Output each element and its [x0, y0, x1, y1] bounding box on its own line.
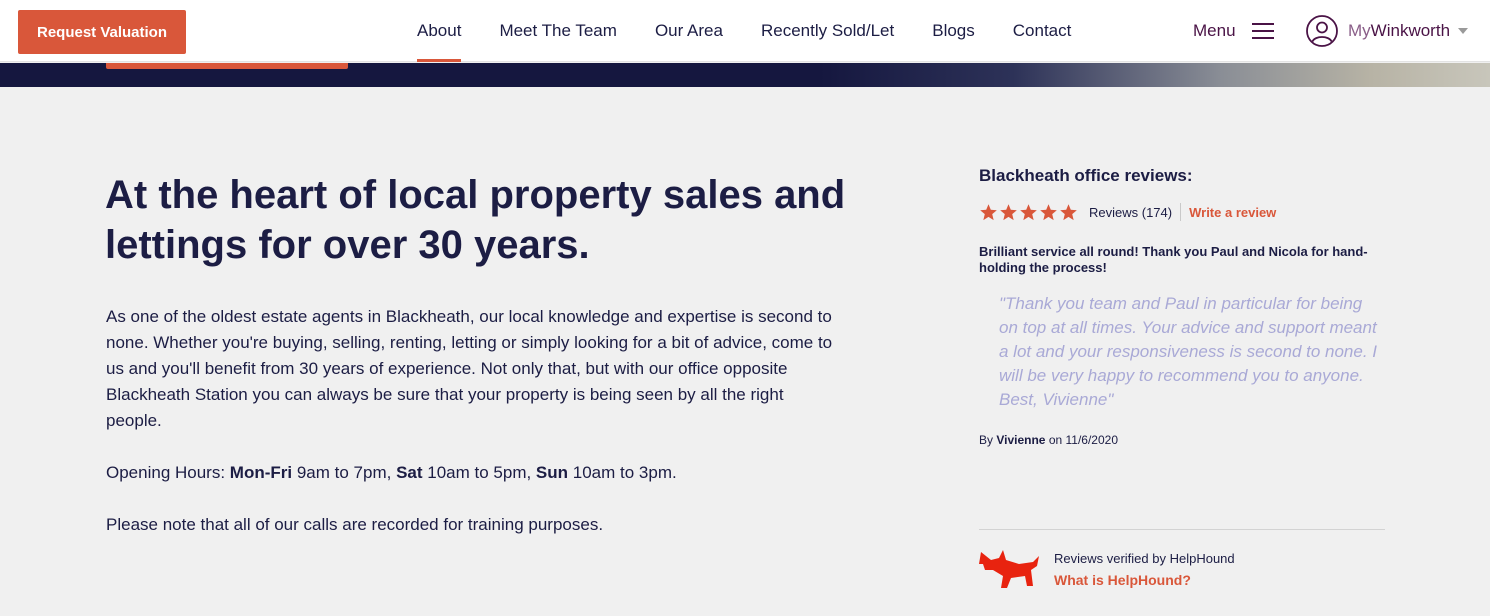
hours-mon-fri: 9am to 7pm,: [292, 463, 397, 482]
star-icon: [1060, 203, 1077, 220]
reviews-meta: Reviews (174) Write a review: [979, 201, 1276, 223]
helphound-logo-icon[interactable]: [979, 548, 1041, 590]
hero-image: [0, 63, 1490, 87]
hours-mon-fri-label: Mon-Fri: [229, 463, 293, 482]
reviews-divider: [979, 529, 1385, 530]
hours-prefix: Opening Hours:: [106, 463, 230, 482]
write-review-link[interactable]: Write a review: [1189, 205, 1276, 220]
opening-hours: Opening Hours: Mon-Fri 9am to 7pm, Sat 1…: [106, 460, 836, 486]
review-headline: Brilliant service all round! Thank you P…: [979, 244, 1368, 275]
review-author: By Vivienne on 11/6/2020: [979, 433, 1118, 447]
main-nav: About Meet The Team Our Area Recently So…: [398, 0, 1090, 62]
star-icon: [1020, 203, 1037, 220]
hours-sat-label: Sat: [396, 463, 423, 482]
hero-button-edge[interactable]: [106, 63, 348, 69]
nav-meet-the-team[interactable]: Meet The Team: [480, 0, 636, 62]
what-is-helphound-link[interactable]: What is HelpHound?: [1054, 572, 1191, 588]
page-headline: At the heart of local property sales and…: [105, 173, 846, 267]
site-header: Request Valuation About Meet The Team Ou…: [0, 0, 1490, 62]
star-icon: [980, 203, 997, 220]
nav-blogs[interactable]: Blogs: [913, 0, 994, 62]
hours-sun: 10am to 3pm.: [568, 463, 677, 482]
intro-paragraph: As one of the oldest estate agents in Bl…: [106, 307, 833, 430]
request-valuation-button[interactable]: Request Valuation: [18, 10, 186, 54]
author-prefix: By: [979, 433, 997, 447]
star-rating: [979, 203, 1078, 222]
account-prefix: My: [1348, 21, 1371, 40]
nav-about[interactable]: About: [398, 0, 480, 62]
star-icon: [1040, 203, 1057, 220]
nav-contact[interactable]: Contact: [994, 0, 1091, 62]
hours-sun-label: Sun: [535, 463, 569, 482]
nav-our-area[interactable]: Our Area: [636, 0, 742, 62]
review-quote: "Thank you team and Paul in particular f…: [999, 294, 1378, 409]
star-icon: [1000, 203, 1017, 220]
author-name: Vivienne: [996, 433, 1046, 447]
account-name: Winkworth: [1370, 21, 1451, 40]
user-avatar-icon: [1306, 15, 1338, 47]
calls-recorded-note: Please note that all of our calls are re…: [106, 515, 604, 534]
chevron-down-icon: [1458, 28, 1469, 34]
menu-button[interactable]: Menu: [1193, 0, 1274, 62]
divider: [1180, 203, 1182, 221]
hours-sat: 10am to 5pm,: [422, 463, 536, 482]
menu-label: Menu: [1193, 21, 1236, 40]
reviews-count[interactable]: Reviews (174): [1089, 205, 1172, 220]
nav-recently-sold-let[interactable]: Recently Sold/Let: [742, 0, 913, 62]
hamburger-icon: [1251, 23, 1274, 39]
reviews-title: Blackheath office reviews:: [979, 166, 1193, 185]
my-winkworth-account[interactable]: My Winkworth: [1306, 0, 1469, 62]
helphound-verified-text: Reviews verified by HelpHound: [1054, 551, 1235, 566]
review-date: on 11/6/2020: [1045, 433, 1118, 447]
